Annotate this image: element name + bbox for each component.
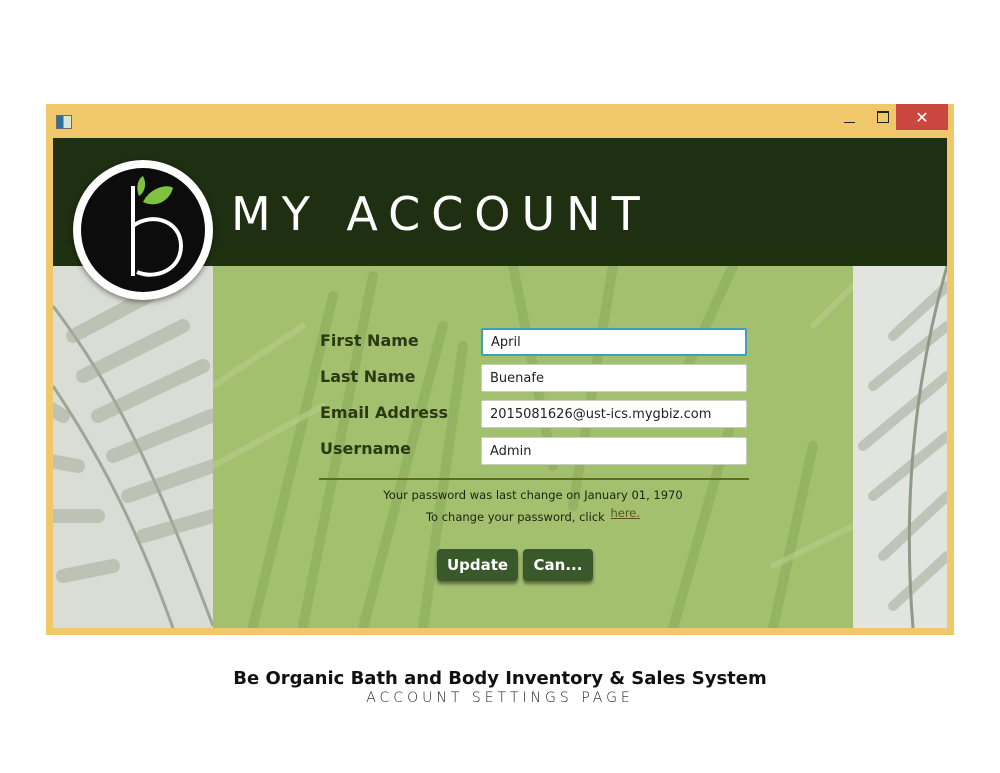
change-password-prompt: To change your password, click here. xyxy=(293,506,773,524)
username-field[interactable] xyxy=(481,437,747,465)
title-bar: ✕ xyxy=(46,104,954,138)
last-name-label: Last Name xyxy=(320,367,416,386)
minimize-button[interactable] xyxy=(834,104,864,130)
palm-leaf-background-right xyxy=(853,266,947,628)
maximize-button[interactable] xyxy=(868,104,898,130)
window-content: MY ACCOUNT First Name April Last Name Bu… xyxy=(53,138,947,628)
last-name-field[interactable] xyxy=(481,364,747,392)
first-name-label: First Name xyxy=(320,331,419,350)
username-label: Username xyxy=(320,439,411,458)
app-icon xyxy=(56,115,72,129)
caption-title: Be Organic Bath and Body Inventory & Sal… xyxy=(233,668,767,689)
palm-leaf-background-left xyxy=(53,266,213,628)
email-address-field[interactable] xyxy=(481,400,747,428)
change-password-link[interactable]: here. xyxy=(610,506,640,520)
close-button[interactable]: ✕ xyxy=(896,104,948,130)
update-button[interactable]: Update xyxy=(437,549,518,581)
password-last-changed-text: Your password was last change on January… xyxy=(383,488,683,502)
brand-logo-icon xyxy=(81,168,205,292)
caption-subtitle: ACCOUNT SETTINGS PAGE xyxy=(366,690,634,706)
first-name-field[interactable] xyxy=(481,328,747,356)
page-title: MY ACCOUNT xyxy=(231,187,651,241)
brand-logo xyxy=(73,160,213,300)
close-icon: ✕ xyxy=(915,107,929,127)
app-window: ✕ MY ACCOUNT First Name April Last Name … xyxy=(46,104,954,635)
change-password-text: To change your password, click xyxy=(425,510,605,524)
email-address-label: Email Address xyxy=(320,403,449,422)
form-divider xyxy=(319,478,749,480)
cancel-button[interactable]: Can... xyxy=(523,549,593,581)
